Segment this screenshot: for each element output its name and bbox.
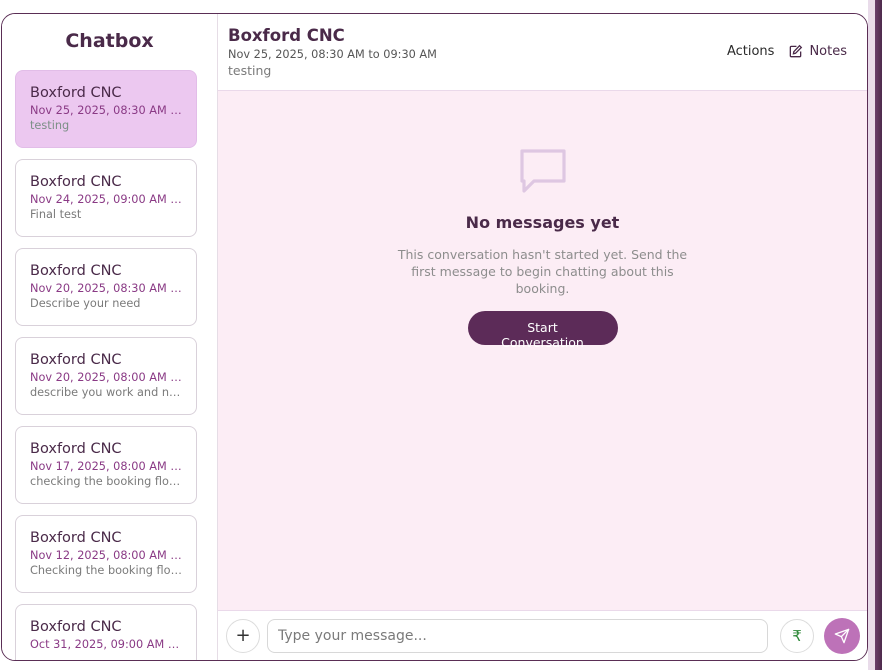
message-area: No messages yet This conversation hasn't… — [218, 91, 867, 610]
add-attachment-button[interactable]: + — [226, 618, 260, 653]
actions-button[interactable]: Actions — [727, 44, 775, 59]
conversation-header: Boxford CNC Nov 25, 2025, 08:30 AM to 09… — [218, 14, 867, 91]
conversation-subtitle: testing — [228, 63, 272, 78]
chat-bubble-icon — [518, 145, 568, 199]
conversation-date: Nov 17, 2025, 08:00 AM to 08:... — [30, 460, 182, 473]
conversation-name: Boxford CNC — [30, 85, 122, 101]
conversation-name: Boxford CNC — [30, 263, 122, 279]
conversation-description: describe you work and need ... — [30, 386, 182, 399]
conversation-name: Boxford CNC — [30, 530, 122, 546]
conversation-list: Boxford CNC Nov 25, 2025, 08:30 AM to 09… — [15, 70, 197, 660]
conversation-item[interactable]: Boxford CNC Nov 17, 2025, 08:00 AM to 08… — [15, 426, 197, 504]
conversation-item[interactable]: Boxford CNC Nov 20, 2025, 08:00 AM to 08… — [15, 337, 197, 415]
conversation-description: testing — [30, 119, 70, 132]
conversation-date: Oct 31, 2025, 09:00 AM to 09: — [30, 638, 182, 651]
conversation-date: Nov 20, 2025, 08:30 AM to 09:... — [30, 282, 182, 295]
empty-state-text: This conversation hasn't started yet. Se… — [397, 247, 688, 296]
conversation-date: Nov 25, 2025, 08:30 AM to 09:... — [30, 104, 182, 117]
conversation-name: Boxford CNC — [30, 441, 122, 457]
empty-state: No messages yet This conversation hasn't… — [218, 145, 867, 351]
empty-state-title: No messages yet — [465, 213, 620, 232]
message-composer: + ₹ — [218, 610, 867, 660]
conversation-description: Describe your need — [30, 297, 141, 310]
conversation-description: checking the booking flow in... — [30, 475, 182, 488]
conversation-item[interactable]: Boxford CNC Nov 12, 2025, 08:00 AM to 08… — [15, 515, 197, 593]
header-actions: Actions Notes — [727, 44, 847, 59]
conversation-item[interactable]: Boxford CNC Oct 31, 2025, 09:00 AM to 09… — [15, 604, 197, 660]
conversation-item[interactable]: Boxford CNC Nov 24, 2025, 09:00 AM to 09… — [15, 159, 197, 237]
payment-request-button[interactable]: ₹ — [780, 618, 814, 653]
start-conversation-button[interactable]: Start Conversation — [467, 311, 618, 350]
sidebar-title: Chatbox — [65, 30, 154, 52]
conversation-item[interactable]: Boxford CNC Nov 20, 2025, 08:30 AM to 09… — [15, 248, 197, 326]
sidebar: Chatbox Boxford CNC Nov 25, 2025, 08:30 … — [2, 14, 218, 660]
conversation-date: Nov 20, 2025, 08:00 AM to 08:... — [30, 371, 182, 384]
message-input[interactable] — [267, 618, 768, 653]
send-button[interactable] — [824, 617, 860, 654]
conversation-description: Checking the booking flow al... — [30, 564, 182, 577]
conversation-description: Final test — [30, 208, 82, 221]
edit-note-icon — [790, 44, 803, 58]
chat-window: Chatbox Boxford CNC Nov 25, 2025, 08:30 … — [1, 13, 868, 661]
conversation-panel: Boxford CNC Nov 25, 2025, 08:30 AM to 09… — [218, 14, 867, 660]
conversation-item-active[interactable]: Boxford CNC Nov 25, 2025, 08:30 AM to 09… — [15, 70, 197, 148]
window-edge — [868, 0, 882, 670]
conversation-name: Boxford CNC — [30, 352, 122, 368]
notes-label: Notes — [809, 44, 847, 59]
send-icon — [834, 628, 850, 643]
conversation-date: Nov 12, 2025, 08:00 AM to 08:... — [30, 549, 182, 562]
conversation-name: Boxford CNC — [30, 174, 122, 190]
conversation-name: Boxford CNC — [30, 619, 122, 635]
conversation-date: Nov 24, 2025, 09:00 AM to 09:... — [30, 193, 182, 206]
notes-button[interactable]: Notes — [788, 44, 847, 59]
conversation-title: Boxford CNC — [228, 26, 345, 45]
